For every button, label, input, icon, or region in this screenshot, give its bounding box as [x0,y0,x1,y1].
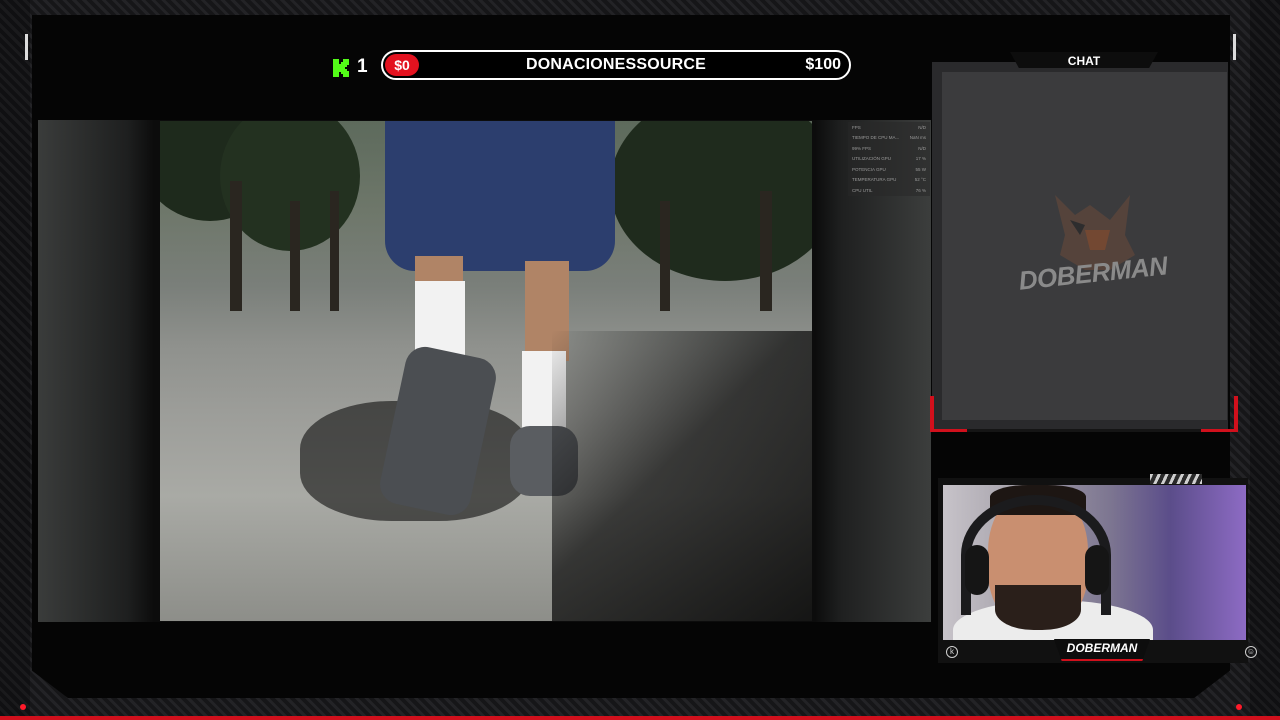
chat-accent-left [930,396,934,432]
video-trunk-5 [760,191,772,311]
video-trunk-2 [290,201,300,311]
stat-value: 52 °C [914,177,926,183]
video-shorts [385,121,615,271]
donation-goal-amount: $100 [805,56,841,73]
stat-value: N/D [918,145,926,151]
stat-value: 76 % [915,187,926,193]
kick-circle-icon: k [946,646,958,658]
stat-label: UTILIZACIÓN GPU [852,156,892,162]
stat-row: 99% FPS N/D [848,143,930,154]
donation-goal-bar: $0 DONACIONESSOURCE $100 [381,50,851,80]
stat-row: UTILIZACIÓN GPU 17 % [848,154,930,165]
stat-value: N/D [918,124,926,130]
webcam-deco-stripes [1150,474,1202,484]
stat-row: CPU UTIL 76 % [848,185,930,196]
video-shadow-corner [552,331,812,621]
frame-tick-right [1233,34,1236,60]
stat-label: CPU UTIL [852,187,873,193]
stat-value: NaN ms [909,135,926,141]
video-tree-right [610,121,812,281]
webcam-video[interactable] [943,485,1246,640]
chat-accent-right [1234,396,1238,432]
frame-corner-dot-left [20,704,26,710]
headphone-left [965,545,989,595]
webcam-streamer-name: DOBERMAN [1066,641,1138,655]
kick-viewer-count: 1 [357,56,368,77]
stat-value: 55 W [915,166,926,172]
account-circle-icon: ☺ [1245,646,1257,658]
frame-edge-left [0,0,30,720]
frame-corner-dot-right [1236,704,1242,710]
video-trunk-3 [330,191,339,311]
video-trunk-4 [660,201,670,311]
video-trunk-1 [230,181,242,311]
frame-tick-left [25,34,28,60]
chat-accent-bottom [930,429,1238,432]
stat-label: TIEMPO DE CPU MA... [852,135,900,141]
stat-row: TEMPERATURA GPU 52 °C [848,175,930,186]
headphone-right [1085,545,1109,595]
stat-label: POTENCIA GPU [852,166,886,172]
stat-label: 99% FPS [852,145,872,151]
donation-goal-title: DONACIONESSOURCE [525,56,707,73]
stat-row: TIEMPO DE CPU MA... NaN ms [848,133,930,144]
frame-bottom-accent [0,716,1280,720]
kick-logo-icon [333,59,349,77]
stat-row: POTENCIA GPU 55 W [848,164,930,175]
chat-title: CHAT [1067,54,1101,68]
main-video[interactable] [160,121,812,621]
stat-label: FPS [852,124,861,130]
stat-value: 17 % [915,156,926,162]
stat-row: FPS N/D [848,122,930,133]
performance-stats-overlay: FPS N/D TIEMPO DE CPU MA... NaN ms 99% FPS… [848,122,930,196]
stat-label: TEMPERATURA GPU [852,177,897,183]
frame-edge-right [1250,0,1280,720]
